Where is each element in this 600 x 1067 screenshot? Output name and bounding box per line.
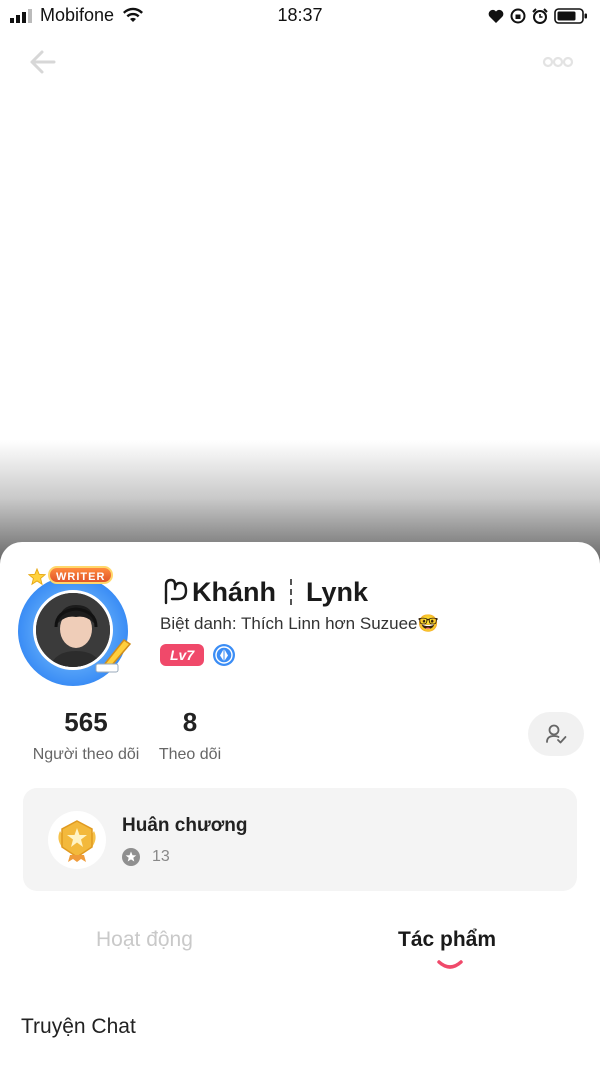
verified-badge-icon[interactable] [212,643,236,667]
followers-label: Người theo dõi [32,746,140,763]
quill-pen-icon [95,638,132,673]
medals-count: 13 [152,848,170,865]
nickname: Biệt danh: Thích Linn hơn Suzuee🤓 [160,614,439,633]
tab-activity[interactable]: Hoạt động [96,928,193,952]
profile-screen: Mobifone 18:37 WRITER Khánh Lynk Biệt da… [0,0,600,1067]
display-name: Khánh Lynk [160,574,368,610]
user-check-icon [546,724,567,744]
name-first: Khánh [192,576,276,607]
following-count: 8 [182,707,198,737]
heart-icon [488,9,504,23]
following-label: Theo dõi [158,746,222,763]
section-title-chat-stories: Truyện Chat [21,1015,136,1038]
medal-icon [58,820,96,862]
back-button[interactable] [24,44,60,80]
battery-icon [554,8,587,24]
medals-title: Huân chương [122,815,248,836]
followers-count: 565 [64,707,108,737]
more-button[interactable] [540,50,576,74]
tab-indicator [437,960,463,969]
writer-badge: WRITER [48,566,114,584]
status-bar: Mobifone 18:37 [0,0,600,32]
star-circle-icon [122,848,140,866]
avatar[interactable]: WRITER [14,566,132,686]
follow-status-button[interactable] [528,712,584,756]
medals-card[interactable] [23,788,577,891]
status-icons [482,6,588,26]
star-icon [28,568,46,586]
medals-count-row: 13 [122,848,170,866]
name-second: Lynk [306,576,369,607]
name-decoration-icon [164,578,188,605]
alarm-icon [532,8,548,24]
badge-row: Lv7 [160,643,236,667]
tab-works[interactable]: Tác phẩm [398,928,496,952]
more-dots-icon [542,56,574,68]
medal-icon-container [48,811,106,869]
level-badge[interactable]: Lv7 [160,644,205,666]
rotation-lock-icon [510,8,526,24]
following-stat[interactable]: 8 Theo dõi [154,706,226,764]
followers-stat[interactable]: 565 Người theo dõi [26,706,146,764]
name-separator [290,579,292,605]
arrow-left-icon [30,50,56,74]
